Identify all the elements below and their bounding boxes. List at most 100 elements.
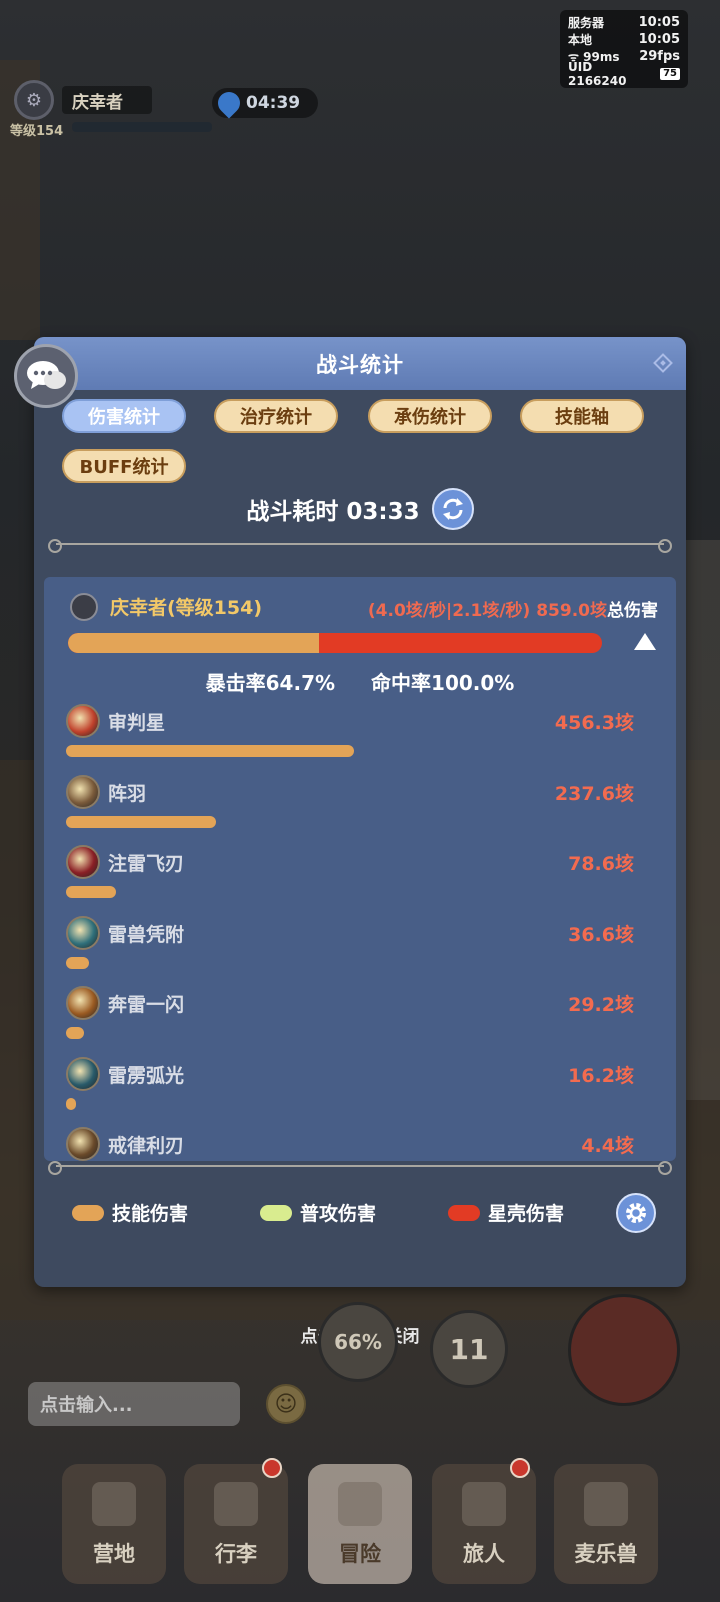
- legend-normal: 普攻伤害: [260, 1199, 376, 1226]
- skill-row[interactable]: 雷兽凭附 36.6垓: [44, 915, 676, 986]
- skill-damage-value: 456.3垓: [554, 712, 634, 734]
- skill-row[interactable]: 雷雳弧光 16.2垓: [44, 1056, 676, 1127]
- rates-row: 暴击率64.7% 命中率100.0%: [44, 667, 676, 696]
- collapse-triangle-icon[interactable]: [634, 633, 656, 650]
- skill-damage-bar: [66, 1027, 84, 1039]
- skill-damage-value: 237.6垓: [554, 782, 634, 805]
- nav-adventure[interactable]: 冒险: [308, 1464, 412, 1584]
- bottom-nav: 营地 行李 冒险 旅人 麦乐兽: [0, 1450, 720, 1602]
- pet-icon: [584, 1482, 628, 1526]
- battle-stats-panel: 战斗统计 伤害统计 治疗统计 承伤统计 技能轴 BUFF统计 战斗耗时 03:3…: [34, 337, 686, 1287]
- local-time: 10:05: [638, 32, 680, 47]
- skill-name: 注雷飞刃: [108, 853, 185, 875]
- refresh-icon: [442, 498, 463, 520]
- summary-dps: (4.0垓/秒|2.1垓/秒) 859.0垓总伤害: [368, 596, 658, 621]
- server-time: 10:05: [638, 15, 680, 30]
- legend-skill-swatch: [72, 1204, 104, 1221]
- orb-percent: 66%: [334, 1330, 382, 1354]
- divider-top: [48, 539, 672, 553]
- status-overlay: 服务器 10:05 本地 10:05 ᯤ 99ms 29fps UID 2166240…: [560, 10, 688, 88]
- legend-normal-label: 普攻伤害: [300, 1203, 377, 1225]
- chest-icon: [214, 1482, 258, 1526]
- skill-damage-bar: [66, 815, 216, 828]
- skill-row[interactable]: 戒律利刃 4.4垓: [44, 1127, 676, 1161]
- skill-row[interactable]: 注雷飞刃 78.6垓: [44, 845, 676, 915]
- server-label: 服务器: [568, 16, 605, 30]
- diamond-icon[interactable]: [653, 353, 673, 373]
- player-exp-bar: [72, 122, 212, 132]
- player-hud[interactable]: ⚙ 庆幸者 等级154: [10, 78, 212, 139]
- chat-icon: [27, 361, 66, 389]
- character-icon: [462, 1482, 506, 1526]
- legend-star-label: 星壳伤害: [488, 1203, 565, 1225]
- smile-icon: ☺: [274, 1391, 298, 1417]
- legend-skill: 技能伤害: [72, 1199, 188, 1226]
- skill-row[interactable]: 审判星 456.3垓: [44, 704, 676, 774]
- crossed-swords-icon: [338, 1482, 382, 1526]
- chat-bubble-button[interactable]: [14, 344, 78, 408]
- stage-timer: 04:39: [212, 87, 318, 119]
- skill-name: 雷雳弧光: [108, 1064, 185, 1087]
- summary-total-label: 总伤害: [607, 601, 658, 621]
- skill-icon: [66, 774, 100, 809]
- skill-name: 戒律利刃: [108, 1135, 185, 1157]
- skill-name: 审判星: [108, 712, 166, 734]
- skill-icon: [66, 1127, 100, 1161]
- castle-icon: [92, 1482, 136, 1526]
- panel-title: 战斗统计: [316, 352, 404, 377]
- tab-healing[interactable]: 治疗统计: [214, 399, 338, 433]
- skill-orb-count[interactable]: 11: [430, 1310, 508, 1388]
- battle-duration: 战斗耗时 03:33: [34, 488, 686, 530]
- nav-travelers[interactable]: 旅人: [432, 1458, 536, 1584]
- skill-name: 奔雷一闪: [108, 994, 185, 1016]
- summary-avatar: [70, 593, 98, 621]
- skill-icon: [66, 1056, 100, 1091]
- crit-rate: 暴击率64.7%: [205, 671, 336, 695]
- skill-damage-bar: [66, 886, 116, 898]
- tab-buff[interactable]: BUFF统计: [62, 449, 186, 483]
- nav-luggage[interactable]: 行李: [184, 1458, 288, 1584]
- player-level: 等级154: [10, 124, 64, 139]
- notification-badge: [510, 1458, 530, 1478]
- tab-skill-timeline[interactable]: 技能轴: [520, 399, 644, 433]
- emoji-button[interactable]: ☺: [266, 1384, 306, 1424]
- skill-icon: [66, 915, 100, 950]
- player-emblem-icon: ⚙: [14, 80, 54, 120]
- uid-value: UID 2166240: [568, 59, 627, 88]
- panel-header: 战斗统计: [34, 337, 686, 390]
- skill-icon: [66, 845, 100, 879]
- skill-damage-bar: [66, 1097, 76, 1110]
- ultimate-skill-orb[interactable]: [568, 1294, 680, 1406]
- skill-orb-percent[interactable]: 66%: [318, 1302, 398, 1382]
- skill-name: 阵羽: [108, 782, 147, 805]
- chat-input[interactable]: 点击输入...: [28, 1382, 240, 1426]
- legend: 技能伤害 普攻伤害 星壳伤害: [34, 1193, 686, 1233]
- fps-value: 29fps: [639, 49, 680, 64]
- skill-damage-value: 4.4垓: [581, 1135, 634, 1157]
- skill-icon: [66, 704, 100, 738]
- legend-star: 星壳伤害: [448, 1199, 564, 1226]
- skill-damage-value: 36.6垓: [568, 923, 634, 946]
- tab-damage-taken[interactable]: 承伤统计: [368, 399, 492, 433]
- divider-bottom: [48, 1161, 672, 1175]
- skill-damage-bar: [66, 745, 354, 757]
- settings-button[interactable]: [616, 1193, 656, 1233]
- skill-damage-bar: [66, 956, 89, 969]
- summary-name: 庆幸者(等级154): [110, 597, 263, 619]
- damage-stats-box[interactable]: 庆幸者(等级154) (4.0垓/秒|2.1垓/秒) 859.0垓总伤害 暴击率…: [44, 577, 676, 1161]
- legend-normal-swatch: [260, 1204, 292, 1221]
- nav-camp-label: 营地: [93, 1542, 135, 1566]
- tab-damage[interactable]: 伤害统计: [62, 399, 186, 433]
- nav-travelers-label: 旅人: [463, 1542, 505, 1566]
- legend-star-swatch: [448, 1204, 480, 1221]
- skill-row[interactable]: 奔雷一闪 29.2垓: [44, 986, 676, 1056]
- summary-damage-bar: [68, 633, 602, 653]
- refresh-button[interactable]: [431, 488, 474, 530]
- skill-icon: [66, 986, 100, 1020]
- local-label: 本地: [568, 33, 593, 47]
- orb-count: 11: [449, 1332, 489, 1366]
- gear-icon: [626, 1203, 646, 1223]
- nav-pets[interactable]: 麦乐兽: [554, 1464, 658, 1584]
- nav-camp[interactable]: 营地: [62, 1464, 166, 1584]
- skill-row[interactable]: 阵羽 237.6垓: [44, 774, 676, 845]
